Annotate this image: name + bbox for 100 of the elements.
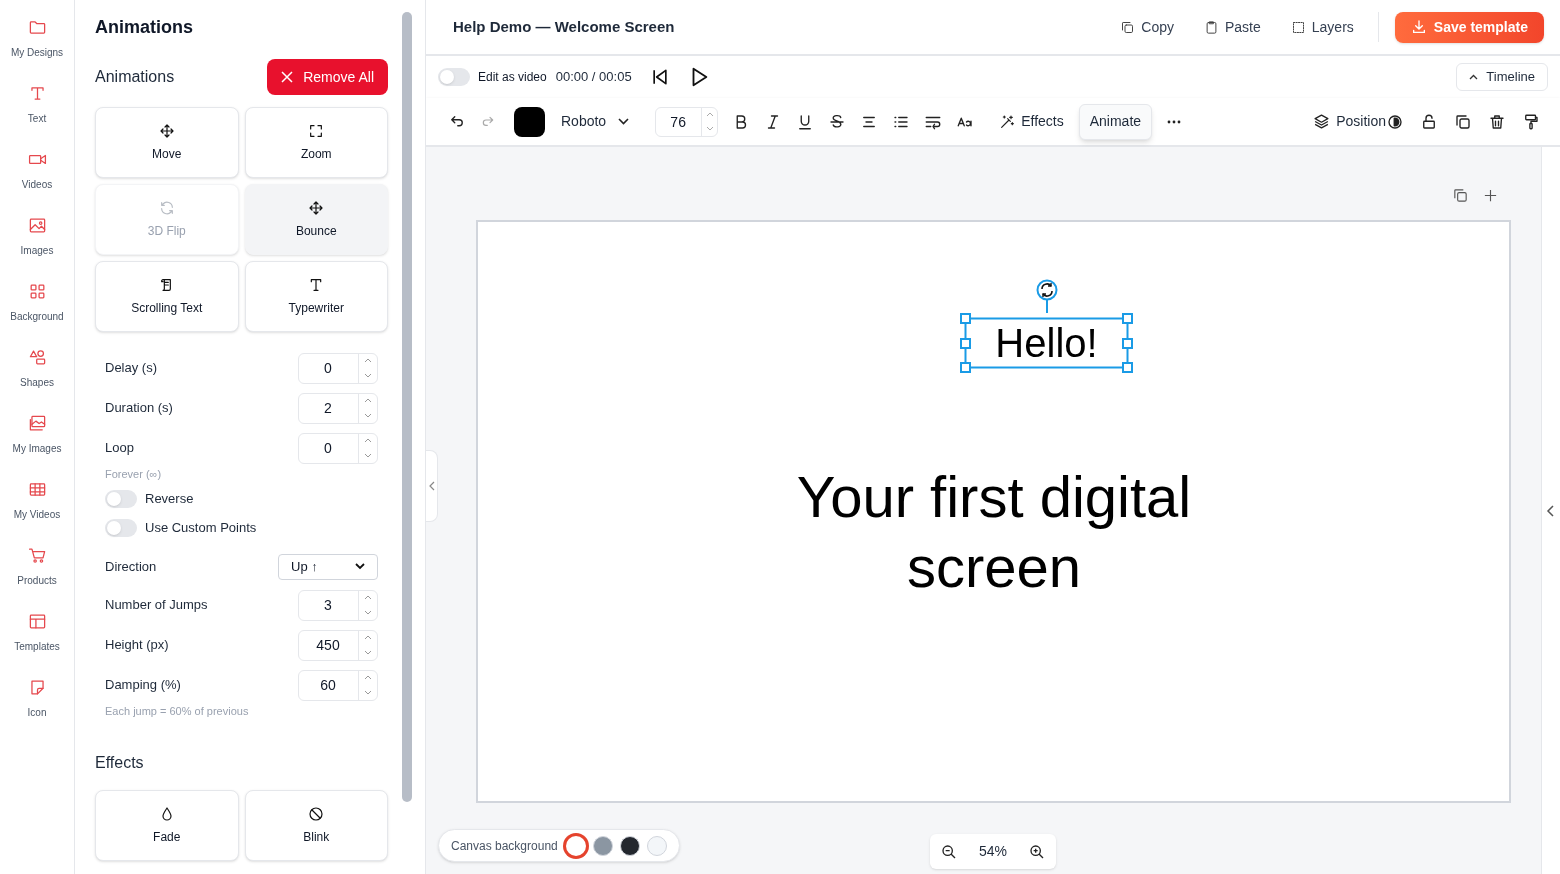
- layers-icon: [1313, 113, 1331, 130]
- paint-roller-icon[interactable]: [1522, 112, 1540, 131]
- direction-select[interactable]: Up ↑: [278, 553, 378, 580]
- frame-corners-icon: [308, 122, 325, 139]
- effect-option[interactable]: Blink: [244, 790, 388, 861]
- color-swatch[interactable]: [592, 835, 613, 856]
- toggle-switch[interactable]: [105, 489, 137, 508]
- sidebar-item[interactable]: Templates: [1, 612, 73, 678]
- timeline-button[interactable]: Timeline: [1456, 63, 1548, 91]
- selection-frame[interactable]: [960, 313, 1133, 373]
- opacity-icon[interactable]: [1386, 112, 1404, 131]
- cart-icon: [27, 546, 47, 565]
- chevron-down-icon: [618, 118, 630, 125]
- magic-wand-icon: [999, 113, 1016, 130]
- unlock-icon[interactable]: [1420, 112, 1438, 131]
- chevron-left-icon[interactable]: [1546, 504, 1556, 517]
- sidebar-item[interactable]: My Images: [1, 414, 73, 480]
- number-field[interactable]: 0: [298, 352, 378, 384]
- images-icon: [27, 414, 47, 433]
- font-dropdown[interactable]: Roboto: [561, 106, 630, 137]
- field-label: Loop: [105, 439, 134, 458]
- color-swatch[interactable]: [619, 835, 640, 856]
- section-title: Effects: [95, 753, 145, 773]
- position-button[interactable]: Position: [1313, 106, 1386, 137]
- chevron-down-icon[interactable]: [364, 609, 372, 615]
- field-label: Duration (s): [105, 399, 173, 418]
- zoom-in-icon[interactable]: [1029, 843, 1045, 860]
- sidebar-item[interactable]: Images: [1, 216, 73, 282]
- strikethrough-icon[interactable]: [828, 112, 847, 131]
- document-title: Help Demo — Welcome Screen: [453, 16, 675, 37]
- sidebar-item[interactable]: Background: [1, 282, 73, 348]
- canvas-background-label: Canvas background: [451, 837, 558, 855]
- shapes-icon: [27, 348, 47, 367]
- canvas-text[interactable]: Your first digital screen: [794, 462, 1194, 602]
- hint-text: Each jump = 60% of previous: [105, 704, 250, 719]
- toolbar-button[interactable]: Copy: [1112, 12, 1182, 42]
- number-field[interactable]: 60: [298, 669, 378, 701]
- animation-option[interactable]: Typewriter: [244, 261, 388, 332]
- color-swatch[interactable]: [565, 835, 586, 856]
- chevron-down-icon[interactable]: [364, 412, 372, 418]
- animation-option[interactable]: Bounce: [244, 184, 388, 255]
- image-icon: [27, 216, 47, 235]
- sidebar-item[interactable]: My Videos: [1, 480, 73, 546]
- add-icon[interactable]: [1483, 188, 1498, 203]
- chevron-up-icon[interactable]: [364, 635, 372, 641]
- zoom-out-icon[interactable]: [941, 843, 957, 860]
- remove-all-button[interactable]: Remove All: [267, 59, 388, 95]
- number-field[interactable]: 0: [298, 432, 378, 464]
- sidebar-item[interactable]: My Designs: [1, 18, 73, 84]
- sidebar-item[interactable]: Text: [1, 84, 73, 150]
- chevron-up-icon[interactable]: [364, 595, 372, 601]
- animation-option[interactable]: Move: [95, 107, 239, 178]
- clipboard-icon: [1204, 19, 1219, 35]
- duplicate-icon[interactable]: [1454, 112, 1472, 131]
- toolbar-button[interactable]: Paste: [1196, 12, 1269, 42]
- close-icon: [281, 71, 294, 83]
- hint-text: Forever (∞): [105, 467, 163, 482]
- chevron-up-icon[interactable]: [364, 398, 372, 404]
- sidebar-item[interactable]: Videos: [1, 150, 73, 216]
- time-display: 00:00 / 00:05: [555, 68, 632, 87]
- chevron-down-icon[interactable]: [364, 689, 372, 695]
- sidebar-item[interactable]: Products: [1, 546, 73, 612]
- design-canvas[interactable]: Hello! Your first digital screen: [476, 220, 1511, 803]
- animation-option[interactable]: Scrolling Text: [95, 261, 239, 332]
- chevron-down-icon[interactable]: [364, 372, 372, 378]
- toggle-label: Edit as video: [478, 69, 547, 86]
- chevron-up-icon[interactable]: [364, 438, 372, 444]
- move-icon: [158, 122, 175, 139]
- ban-icon: [308, 805, 325, 822]
- tool-button[interactable]: Animate: [1078, 103, 1153, 140]
- chevron-left-icon: [428, 481, 435, 491]
- panel-title: Animations: [95, 16, 194, 39]
- effect-option[interactable]: Fade: [95, 790, 239, 861]
- chevron-down-icon[interactable]: [364, 452, 372, 458]
- rotate-handle-icon[interactable]: [1036, 279, 1058, 313]
- number-field[interactable]: 450: [298, 629, 378, 661]
- copy-icon: [1120, 19, 1136, 35]
- toggle-switch[interactable]: [105, 518, 137, 537]
- animation-option[interactable]: Zoom: [244, 107, 388, 178]
- chevron-down-icon: [355, 563, 365, 570]
- move-icon: [308, 199, 325, 216]
- sidebar-item[interactable]: Shapes: [1, 348, 73, 414]
- duplicate-icon[interactable]: [1452, 187, 1469, 204]
- number-field[interactable]: 3: [298, 589, 378, 621]
- toggle-label: Reverse: [145, 489, 194, 508]
- chevron-up-icon[interactable]: [364, 675, 372, 681]
- field-label: Damping (%): [105, 676, 181, 695]
- number-field[interactable]: 2: [298, 392, 378, 424]
- toggle-switch[interactable]: [438, 68, 470, 86]
- field-label: Number of Jumps: [105, 596, 208, 615]
- color-swatch[interactable]: [646, 835, 667, 856]
- toolbar-button[interactable]: Layers: [1282, 12, 1362, 42]
- color-swatch[interactable]: [514, 106, 545, 137]
- chevron-down-icon[interactable]: [364, 649, 372, 655]
- sidebar-item[interactable]: Icon: [1, 678, 73, 744]
- scrollbar[interactable]: [402, 12, 412, 802]
- zoom-level: 54%: [978, 842, 1007, 861]
- folder-icon: [27, 18, 47, 37]
- trash-icon[interactable]: [1488, 112, 1506, 131]
- chevron-up-icon[interactable]: [364, 358, 372, 364]
